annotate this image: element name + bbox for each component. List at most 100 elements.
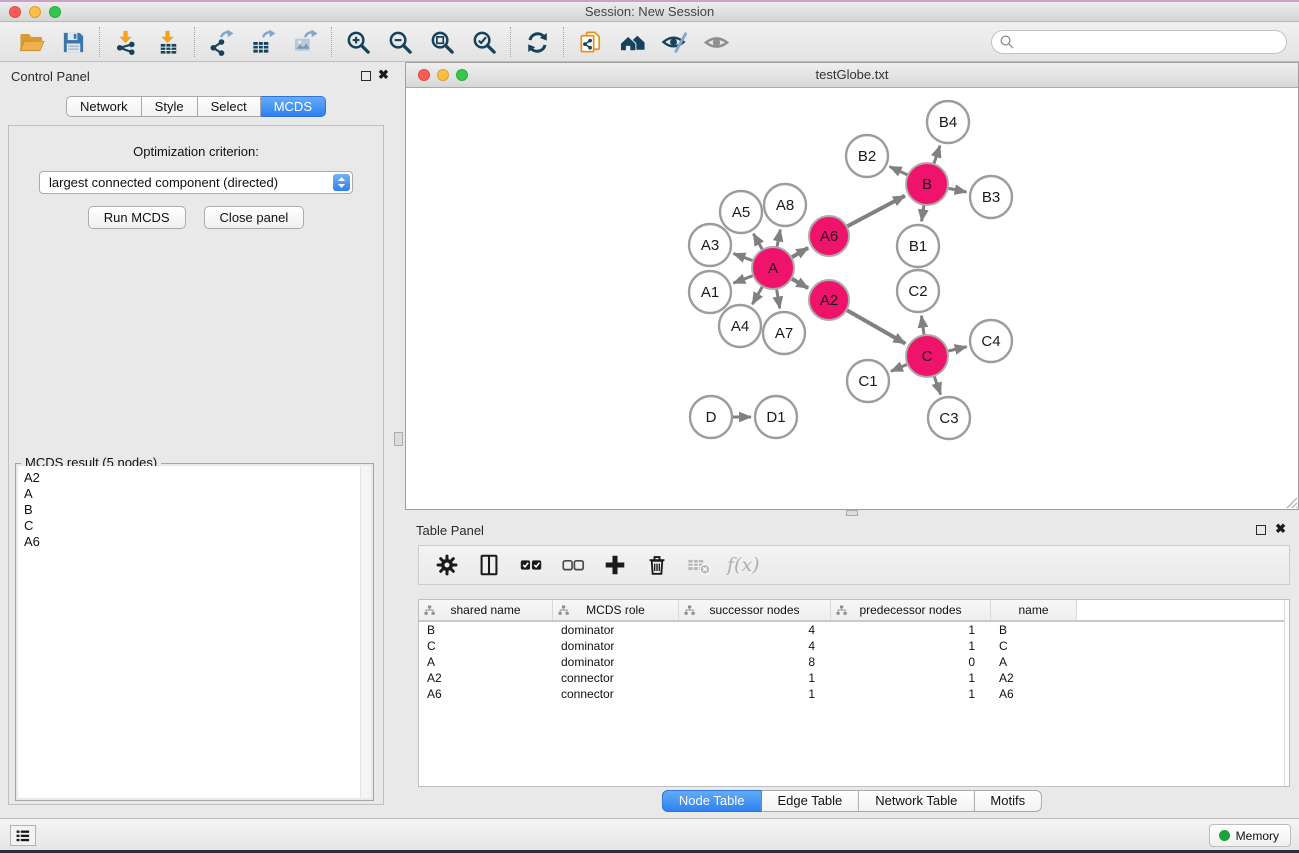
table-row[interactable]: A6connector11A6 xyxy=(419,686,1289,702)
delete-column-icon xyxy=(644,552,670,578)
tab-edge-table[interactable]: Edge Table xyxy=(761,790,859,812)
vertical-splitter[interactable] xyxy=(392,62,405,818)
import-table-button[interactable] xyxy=(147,25,189,59)
close-table-panel-icon[interactable]: ✖ xyxy=(1275,522,1286,536)
delete-column-button[interactable] xyxy=(639,549,675,581)
refresh-button[interactable] xyxy=(516,25,558,59)
graph-node-B1[interactable]: B1 xyxy=(897,225,939,267)
graph-node-B2[interactable]: B2 xyxy=(846,135,888,177)
show-columns-button[interactable] xyxy=(471,549,507,581)
zoom-selected-button[interactable] xyxy=(463,25,505,59)
graph-node-D[interactable]: D xyxy=(690,396,732,438)
graph-node-C2[interactable]: C2 xyxy=(897,270,939,312)
show-panels-button[interactable] xyxy=(695,25,737,59)
close-network-button[interactable] xyxy=(418,69,430,81)
maximize-window-button[interactable] xyxy=(49,6,61,18)
import-network-button[interactable] xyxy=(105,25,147,59)
column-header-shared-name[interactable]: shared name xyxy=(419,600,553,620)
float-table-panel-icon[interactable] xyxy=(1256,525,1266,535)
table-cell: connector xyxy=(553,687,679,701)
maximize-network-button[interactable] xyxy=(456,69,468,81)
graph-node-B4[interactable]: B4 xyxy=(927,101,969,143)
column-header-predecessor-nodes[interactable]: predecessor nodes xyxy=(831,600,991,620)
unselect-all-rows-button[interactable] xyxy=(555,549,591,581)
optimization-criterion-select[interactable]: largest connected component (directed) xyxy=(39,171,353,194)
tab-node-table[interactable]: Node Table xyxy=(662,790,762,812)
delete-table-button[interactable] xyxy=(681,549,717,581)
result-item[interactable]: A xyxy=(24,486,360,502)
tab-network[interactable]: Network xyxy=(66,96,142,117)
zoom-in-button[interactable] xyxy=(337,25,379,59)
search-input[interactable] xyxy=(991,30,1287,54)
result-item[interactable]: B xyxy=(24,502,360,518)
result-scrollbar[interactable] xyxy=(360,466,371,798)
graph-node-C4[interactable]: C4 xyxy=(970,320,1012,362)
graph-node-A4[interactable]: A4 xyxy=(719,305,761,347)
graph-node-A2[interactable]: A2 xyxy=(809,280,849,320)
graph-node-A5[interactable]: A5 xyxy=(720,191,762,233)
tab-motifs[interactable]: Motifs xyxy=(974,790,1042,812)
close-panel-button[interactable]: Close panel xyxy=(204,206,305,229)
minimize-window-button[interactable] xyxy=(29,6,41,18)
export-image-button[interactable] xyxy=(284,25,326,59)
export-image-icon xyxy=(292,29,319,56)
graph-node-A1[interactable]: A1 xyxy=(689,271,731,313)
tab-mcds[interactable]: MCDS xyxy=(261,96,326,117)
graph-node-A[interactable]: A xyxy=(752,247,794,289)
column-header-MCDS-role[interactable]: MCDS role xyxy=(553,600,679,620)
table-row[interactable]: A2connector11A2 xyxy=(419,670,1289,686)
mcds-result-list[interactable]: A2ABCA6 xyxy=(18,466,360,798)
open-file-button[interactable] xyxy=(10,25,52,59)
table-row[interactable]: Adominator80A xyxy=(419,654,1289,670)
result-item[interactable]: C xyxy=(24,518,360,534)
graph-node-B[interactable]: B xyxy=(906,163,948,205)
graph-node-A7[interactable]: A7 xyxy=(763,312,805,354)
graph-node-B3[interactable]: B3 xyxy=(970,176,1012,218)
add-column-button[interactable] xyxy=(597,549,633,581)
minimize-network-button[interactable] xyxy=(437,69,449,81)
result-item[interactable]: A2 xyxy=(24,470,360,486)
svg-text:A4: A4 xyxy=(731,318,749,335)
memory-button[interactable]: Memory xyxy=(1209,824,1291,847)
splitter-handle[interactable] xyxy=(394,432,403,446)
home-button[interactable] xyxy=(611,25,653,59)
graph-node-C1[interactable]: C1 xyxy=(847,360,889,402)
graph-node-C3[interactable]: C3 xyxy=(928,397,970,439)
table-cell: connector xyxy=(553,671,679,685)
graph-node-A6[interactable]: A6 xyxy=(809,216,849,256)
graph-node-A3[interactable]: A3 xyxy=(689,224,731,266)
export-table-button[interactable] xyxy=(242,25,284,59)
resize-grip-icon[interactable] xyxy=(1284,495,1298,509)
result-item[interactable]: A6 xyxy=(24,534,360,550)
table-settings-button[interactable] xyxy=(429,549,465,581)
main-toolbar xyxy=(0,23,1299,62)
control-panel-title: Control Panel xyxy=(11,69,90,84)
apply-function-button[interactable]: f(x) xyxy=(723,554,760,576)
zoom-fit-button[interactable] xyxy=(421,25,463,59)
column-header-successor-nodes[interactable]: successor nodes xyxy=(679,600,831,620)
hide-panels-button[interactable] xyxy=(653,25,695,59)
close-window-button[interactable] xyxy=(9,6,21,18)
task-history-button[interactable] xyxy=(10,825,36,846)
select-all-rows-button[interactable] xyxy=(513,549,549,581)
table-row[interactable]: Cdominator41C xyxy=(419,638,1289,654)
close-panel-icon[interactable]: ✖ xyxy=(378,68,389,82)
column-header-name[interactable]: name xyxy=(991,600,1077,620)
table-row[interactable]: Bdominator41B xyxy=(419,622,1289,638)
zoom-out-button[interactable] xyxy=(379,25,421,59)
export-network-button[interactable] xyxy=(200,25,242,59)
graph-node-A8[interactable]: A8 xyxy=(764,184,806,226)
tab-network-table[interactable]: Network Table xyxy=(859,790,974,812)
table-scrollbar[interactable] xyxy=(1284,600,1289,786)
run-mcds-button[interactable]: Run MCDS xyxy=(88,206,186,229)
tab-style[interactable]: Style xyxy=(142,96,198,117)
table-cell: 8 xyxy=(679,655,831,669)
save-session-button[interactable] xyxy=(52,25,94,59)
float-panel-icon[interactable] xyxy=(361,71,371,81)
network-canvas[interactable]: B4 B2 B B3 A8A5 A6 A3 B1 A C2 A1 A2 A4 A7 C4 C C1 C3 D D1 xyxy=(406,88,1298,509)
graph-node-D1[interactable]: D1 xyxy=(755,396,797,438)
tab-select[interactable]: Select xyxy=(198,96,261,117)
table-cell: A2 xyxy=(419,671,553,685)
clone-network-button[interactable] xyxy=(569,25,611,59)
graph-node-C[interactable]: C xyxy=(906,335,948,377)
